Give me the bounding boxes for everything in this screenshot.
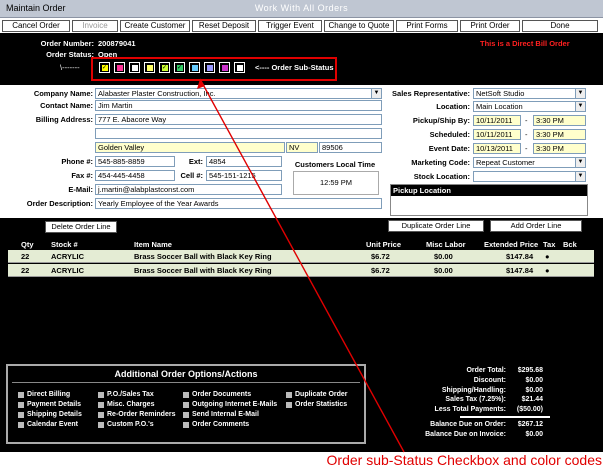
annotation-caption: Order sub-Status Checkbox and color code…	[326, 452, 602, 468]
annotation-line	[199, 78, 405, 453]
annotation-arrowhead-icon	[197, 79, 205, 89]
annotation-arrow	[197, 78, 405, 453]
